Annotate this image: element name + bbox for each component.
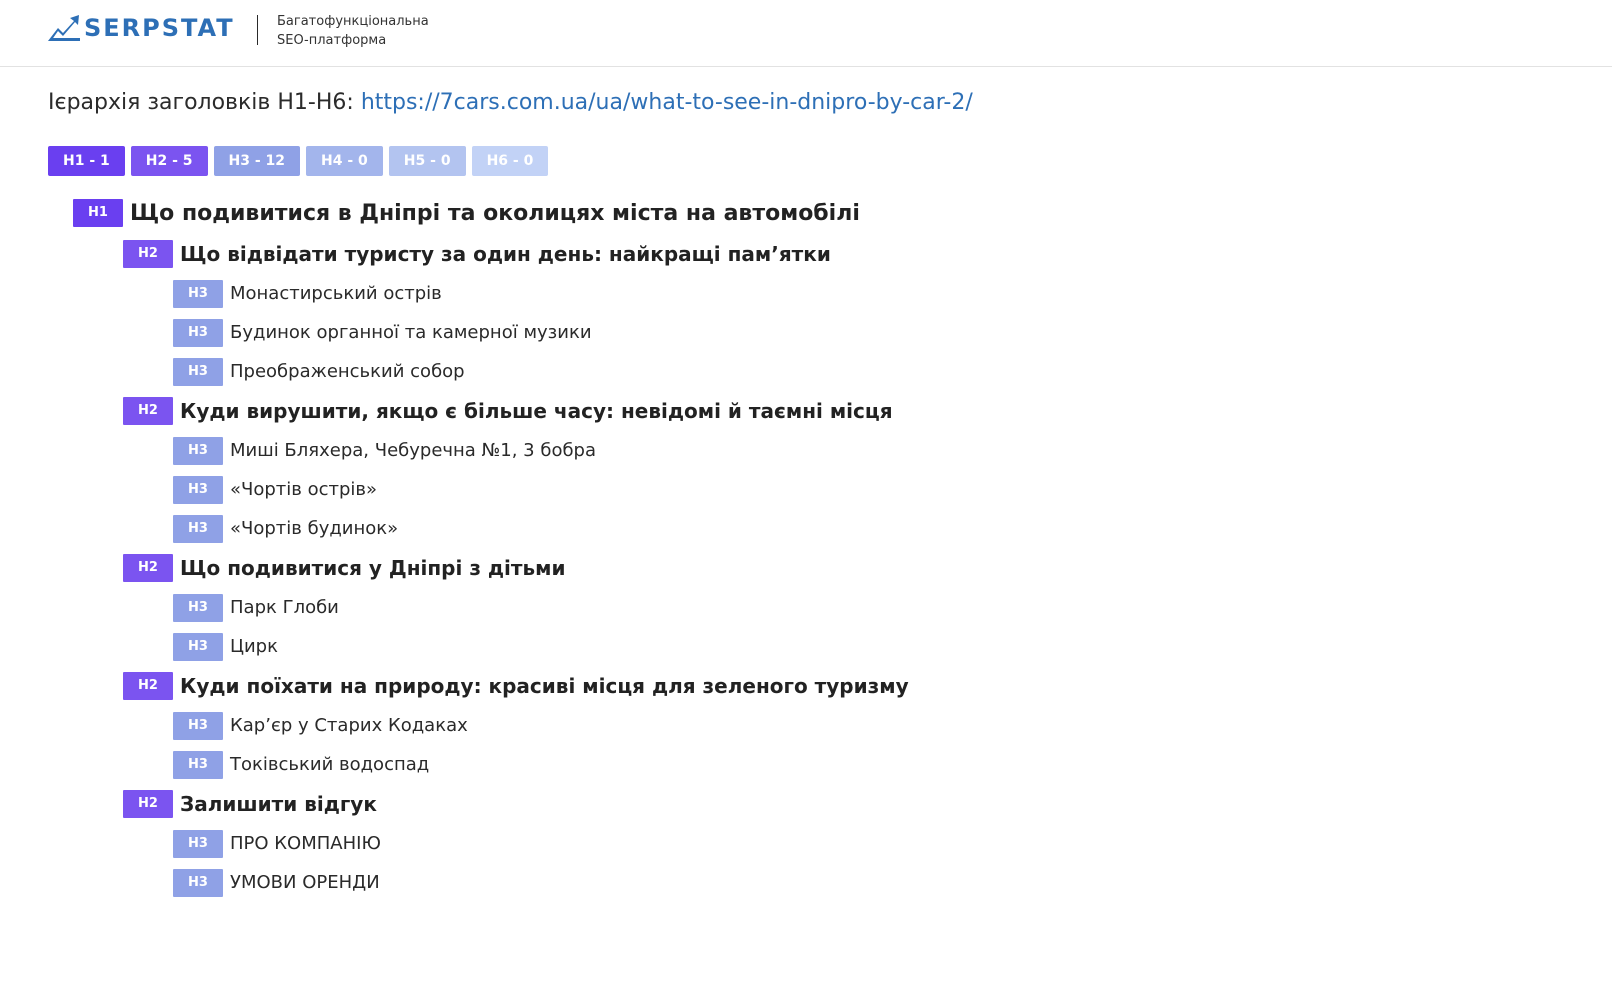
heading-row-h2: H2 Залишити відгук: [73, 784, 909, 824]
heading-level-tag: H1: [73, 199, 123, 227]
heading-level-tag: H3: [173, 475, 223, 504]
heading-text: Миші Бляхера, Чебуречна №1, 3 бобра: [230, 440, 597, 461]
heading-text: Цирк: [230, 636, 278, 657]
heading-row-h3: H3 Монастирський острів: [73, 274, 909, 313]
heading-text: Куди поїхати на природу: красиві місця д…: [180, 674, 909, 698]
heading-text: УМОВИ ОРЕНДИ: [230, 872, 380, 893]
heading-level-tag: H2: [123, 397, 173, 425]
heading-row-h3: H3 Будинок органної та камерної музики: [73, 313, 909, 352]
count-badge-h6[interactable]: H6 - 0: [471, 146, 549, 176]
heading-text: Токівський водоспад: [230, 754, 430, 775]
heading-text: Куди вирушити, якщо є більше часу: невід…: [180, 399, 893, 423]
heading-row-h2: H2 Що відвідати туристу за один день: най…: [73, 234, 909, 274]
heading-row-h3: H3 «Чортів будинок»: [73, 509, 909, 548]
heading-text: Залишити відгук: [180, 792, 377, 816]
heading-text: Що подивитися у Дніпрі з дітьми: [180, 556, 566, 580]
heading-level-tag: H3: [173, 279, 223, 308]
count-badge-h4[interactable]: H4 - 0: [306, 146, 383, 176]
heading-row-h3: H3 Парк Глоби: [73, 588, 909, 627]
heading-row-h2: H2 Куди поїхати на природу: красиві місця…: [73, 666, 909, 706]
heading-row-h3: H3 «Чортів острів»: [73, 470, 909, 509]
count-badge-h3[interactable]: H3 - 12: [213, 146, 301, 176]
heading-text: Преображенський собор: [230, 361, 465, 382]
heading-level-tag: H2: [123, 672, 173, 700]
brand-tagline: Багатофункціональна SEO-платформа: [277, 12, 429, 50]
site-header: SERPSTAT Багатофункціональна SEO-платфор…: [0, 0, 1612, 67]
heading-level-tag: H3: [173, 711, 223, 740]
heading-hierarchy-tree: H1 Що подивитися в Дніпрі та околицях міс…: [73, 192, 909, 902]
heading-row-h3: H3 Токівський водоспад: [73, 745, 909, 784]
serpstat-logo[interactable]: SERPSTAT: [47, 14, 235, 42]
heading-level-tag: H3: [173, 868, 223, 897]
heading-row-h3: H3 ПРО КОМПАНІЮ: [73, 824, 909, 863]
heading-row-h3: H3 УМОВИ ОРЕНДИ: [73, 863, 909, 902]
heading-level-tag: H2: [123, 554, 173, 582]
heading-level-tag: H3: [173, 318, 223, 347]
heading-level-tag: H3: [173, 593, 223, 622]
report-url-link[interactable]: https://7cars.com.ua/ua/what-to-see-in-d…: [361, 90, 973, 115]
heading-text: Що подивитися в Дніпрі та околицях міста…: [130, 200, 860, 226]
heading-level-tag: H3: [173, 436, 223, 465]
count-badge-h2[interactable]: H2 - 5: [130, 146, 208, 176]
heading-level-tag: H2: [123, 240, 173, 268]
heading-level-tag: H3: [173, 829, 223, 858]
heading-text: Парк Глоби: [230, 597, 339, 618]
header-divider: [257, 15, 258, 45]
heading-level-tag: H2: [123, 790, 173, 818]
report-title: Ієрархія заголовків H1-H6: https://7cars…: [48, 90, 973, 115]
count-badge-h1[interactable]: H1 - 1: [48, 146, 125, 176]
count-badge-h5[interactable]: H5 - 0: [388, 146, 466, 176]
heading-row-h3: H3 Миші Бляхера, Чебуречна №1, 3 бобра: [73, 431, 909, 470]
heading-level-tag: H3: [173, 632, 223, 661]
heading-row-h2: H2 Куди вирушити, якщо є більше часу: нев…: [73, 391, 909, 431]
heading-row-h3: H3 Кар’єр у Старих Кодаках: [73, 706, 909, 745]
brand-name: SERPSTAT: [84, 14, 235, 42]
heading-level-tag: H3: [173, 750, 223, 779]
heading-text: ПРО КОМПАНІЮ: [230, 833, 381, 854]
heading-text: Монастирський острів: [230, 283, 442, 304]
heading-row-h1: H1 Що подивитися в Дніпрі та околицях міс…: [73, 192, 909, 234]
tagline-line-1: Багатофункціональна: [277, 14, 429, 29]
heading-row-h3: H3 Преображенський собор: [73, 352, 909, 391]
heading-level-tag: H3: [173, 357, 223, 386]
heading-text: «Чортів острів»: [230, 479, 378, 500]
tagline-line-2: SEO-платформа: [277, 33, 387, 48]
heading-level-tag: H3: [173, 514, 223, 543]
heading-text: «Чортів будинок»: [230, 518, 399, 539]
heading-text: Що відвідати туристу за один день: найкр…: [180, 242, 831, 266]
heading-count-badges: H1 - 1 H2 - 5 H3 - 12 H4 - 0 H5 - 0 H6 - 0: [48, 146, 549, 176]
heading-row-h3: H3 Цирк: [73, 627, 909, 666]
heading-text: Кар’єр у Старих Кодаках: [230, 715, 468, 736]
serpstat-logo-icon: [48, 15, 80, 41]
report-title-prefix: Ієрархія заголовків H1-H6:: [48, 90, 354, 115]
heading-row-h2: H2 Що подивитися у Дніпрі з дітьми: [73, 548, 909, 588]
heading-text: Будинок органної та камерної музики: [230, 322, 592, 343]
